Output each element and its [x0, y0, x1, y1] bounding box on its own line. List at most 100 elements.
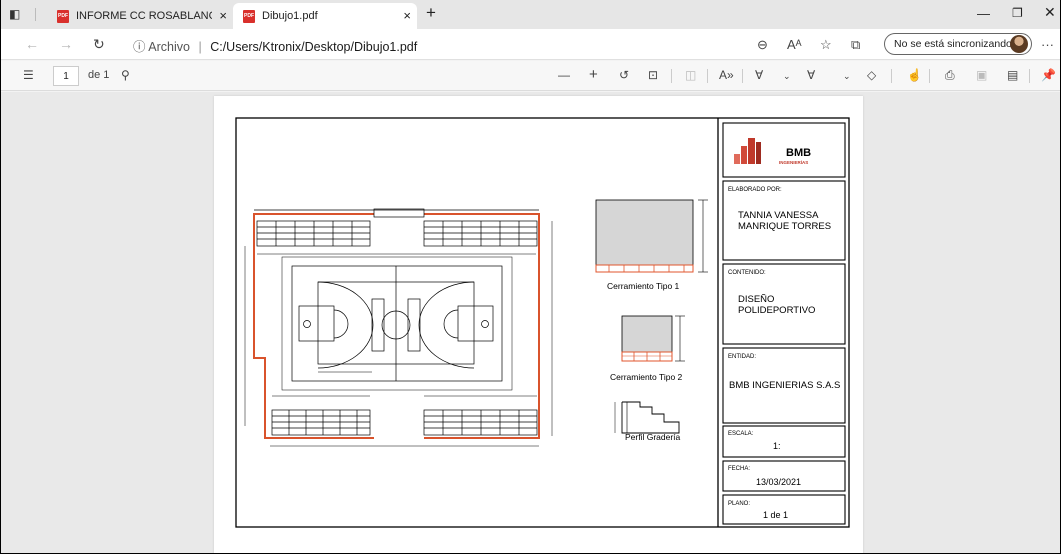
tab-label: INFORME CC ROSABLANCA ALE — [76, 10, 212, 22]
fit-page-icon[interactable]: ⊡ — [648, 68, 658, 82]
favorites-icon[interactable]: ☆ — [820, 37, 832, 53]
tab-dibujo[interactable]: PDF Dibujo1.pdf × — [233, 3, 417, 29]
cerramiento-tipo-1-detail: Cerramiento Tipo 1 — [595, 199, 708, 291]
elaborado-label: ELABORADO POR: — [728, 187, 782, 193]
toolbar-divider — [1029, 69, 1030, 83]
window-close-icon[interactable]: ✕ — [1044, 4, 1056, 21]
cerramiento-tipo-2-detail: Cerramiento Tipo 2 — [610, 315, 685, 382]
browser-window: ◧ PDF INFORME CC ROSABLANCA ALE × PDF Di… — [1, 0, 1060, 553]
logo-bar — [734, 154, 740, 164]
title-block — [722, 122, 846, 525]
toolbar-divider — [742, 69, 743, 83]
tab-bar: ◧ PDF INFORME CC ROSABLANCA ALE × PDF Di… — [1, 0, 1060, 29]
collections-icon[interactable]: ⧉ — [851, 37, 860, 53]
forward-icon[interactable]: → — [59, 36, 73, 52]
toolbar-divider — [671, 69, 672, 83]
logo-bar — [756, 142, 761, 164]
refresh-icon[interactable]: ↻ — [93, 36, 105, 53]
page-number-input[interactable]: 1 — [53, 66, 79, 86]
chevron-down-icon[interactable]: ⌄ — [783, 71, 791, 82]
three-point-arc — [418, 281, 475, 369]
fecha-value: 13/03/2021 — [756, 477, 801, 487]
pdf-file-icon: PDF — [243, 9, 255, 23]
logo-subtext: INGENIERÍAS — [779, 158, 808, 165]
perfil-graderia-detail: Perfil Gradería — [614, 401, 681, 442]
plano-label: PLANO: — [728, 501, 750, 507]
page-count: de 1 — [88, 69, 110, 81]
tab-informe[interactable]: PDF INFORME CC ROSABLANCA ALE × — [45, 3, 231, 29]
key-area — [457, 305, 494, 342]
contenido-line1: DISEÑO — [738, 294, 774, 305]
url-text[interactable]: C:/Users/Ktronix/Desktop/Dibujo1.pdf — [210, 40, 417, 54]
escala-value: 1: — [773, 441, 781, 451]
pdf-toolbar: ☰ 1 de 1 ⚲ — + ↺ ⊡ ◫ A» ∀ ⌄ ∀ ⌄ ◇ ☝ ⎙ ▣ … — [1, 61, 1060, 91]
pdf-page: BMB INGENIERÍAS ELABORADO POR: TANNIA VA… — [214, 96, 863, 553]
address-bar: ← → ↻ ⓘ Archivo | C:/Users/Ktronix/Deskt… — [1, 29, 1060, 60]
tab-label: Dibujo1.pdf — [262, 10, 318, 22]
chevron-down-icon[interactable]: ⌄ — [843, 71, 851, 82]
close-icon[interactable]: × — [219, 8, 227, 23]
restore-icon[interactable]: ❐ — [1012, 6, 1023, 20]
zoom-in-icon[interactable]: + — [589, 66, 598, 83]
read-aloud-icon[interactable]: A» — [719, 68, 734, 82]
page-view-icon[interactable]: ◫ — [685, 68, 696, 82]
hoop — [303, 320, 311, 328]
erase-icon[interactable]: ◇ — [867, 68, 876, 82]
highlight-icon[interactable]: ∀ — [807, 68, 815, 82]
entidad-label: ENTIDAD: — [728, 354, 756, 360]
logo-text: BMB — [786, 147, 811, 159]
close-icon[interactable]: × — [403, 8, 411, 23]
sync-label: No se está sincronizando — [894, 38, 1012, 50]
contents-icon[interactable]: ☰ — [23, 68, 34, 82]
plano-value: 1 de 1 — [763, 510, 788, 520]
mesh-panel — [595, 199, 694, 266]
bleacher — [256, 220, 371, 247]
zoom-out-icon[interactable]: — — [558, 68, 570, 82]
key-area — [298, 305, 335, 342]
back-icon[interactable]: ← — [25, 36, 39, 52]
stand-profile — [621, 401, 680, 434]
avatar — [1010, 35, 1028, 53]
drawing-sheet: BMB INGENIERÍAS ELABORADO POR: TANNIA VA… — [235, 117, 850, 528]
elaborado-line1: TANNIA VANESSA — [738, 210, 819, 221]
contenido-line2: POLIDEPORTIVO — [738, 305, 815, 316]
logo-bar — [741, 146, 747, 164]
court-margin — [281, 256, 513, 391]
print-icon[interactable]: ⎙ — [945, 68, 955, 83]
rotate-icon[interactable]: ↺ — [619, 68, 629, 82]
tab-divider — [35, 8, 36, 21]
url-divider: | — [198, 40, 202, 54]
url-field[interactable]: ⓘ Archivo | C:/Users/Ktronix/Desktop/Dib… — [133, 36, 417, 55]
save-icon[interactable]: ▣ — [976, 68, 987, 82]
bleacher — [423, 220, 538, 247]
tab-actions-icon[interactable]: ◧ — [9, 7, 20, 21]
site-info-icon[interactable]: ⓘ Archivo — [133, 40, 190, 54]
detail-caption: Cerramiento Tipo 1 — [607, 281, 680, 291]
more-menu-icon[interactable]: ··· — [1041, 37, 1054, 52]
sheet-border — [235, 117, 850, 528]
fecha-label: FECHA: — [728, 466, 750, 472]
toolbar-divider — [929, 69, 930, 83]
entidad-value: BMB INGENIERIAS S.A.S — [729, 380, 840, 391]
detail-caption: Cerramiento Tipo 2 — [610, 372, 683, 382]
bleacher — [423, 409, 538, 436]
pdf-viewer[interactable]: BMB INGENIERÍAS ELABORADO POR: TANNIA VA… — [1, 92, 1060, 553]
touch-icon[interactable]: ☝ — [907, 68, 922, 82]
save-as-icon[interactable]: ▤ — [1007, 68, 1018, 82]
court-plan — [244, 208, 553, 447]
draw-icon[interactable]: ∀ — [755, 68, 763, 82]
pin-icon[interactable]: 📌 — [1041, 68, 1056, 82]
detail-caption: Perfil Gradería — [625, 432, 681, 442]
minimize-icon[interactable]: — — [977, 6, 990, 21]
zoom-icon[interactable]: ⊖ — [757, 37, 768, 53]
search-icon[interactable]: ⚲ — [121, 68, 130, 82]
read-aloud-icon[interactable]: Aᴬ — [787, 37, 802, 52]
logo-bar — [748, 138, 755, 164]
three-point-arc — [317, 281, 374, 369]
bmb-logo: BMB INGENIERÍAS — [734, 138, 811, 165]
escala-label: ESCALA: — [728, 431, 754, 437]
sync-status-button[interactable]: No se está sincronizando — [884, 33, 1032, 55]
new-tab-button[interactable]: + — [426, 3, 436, 23]
hoop — [481, 320, 489, 328]
bleacher — [271, 409, 371, 436]
